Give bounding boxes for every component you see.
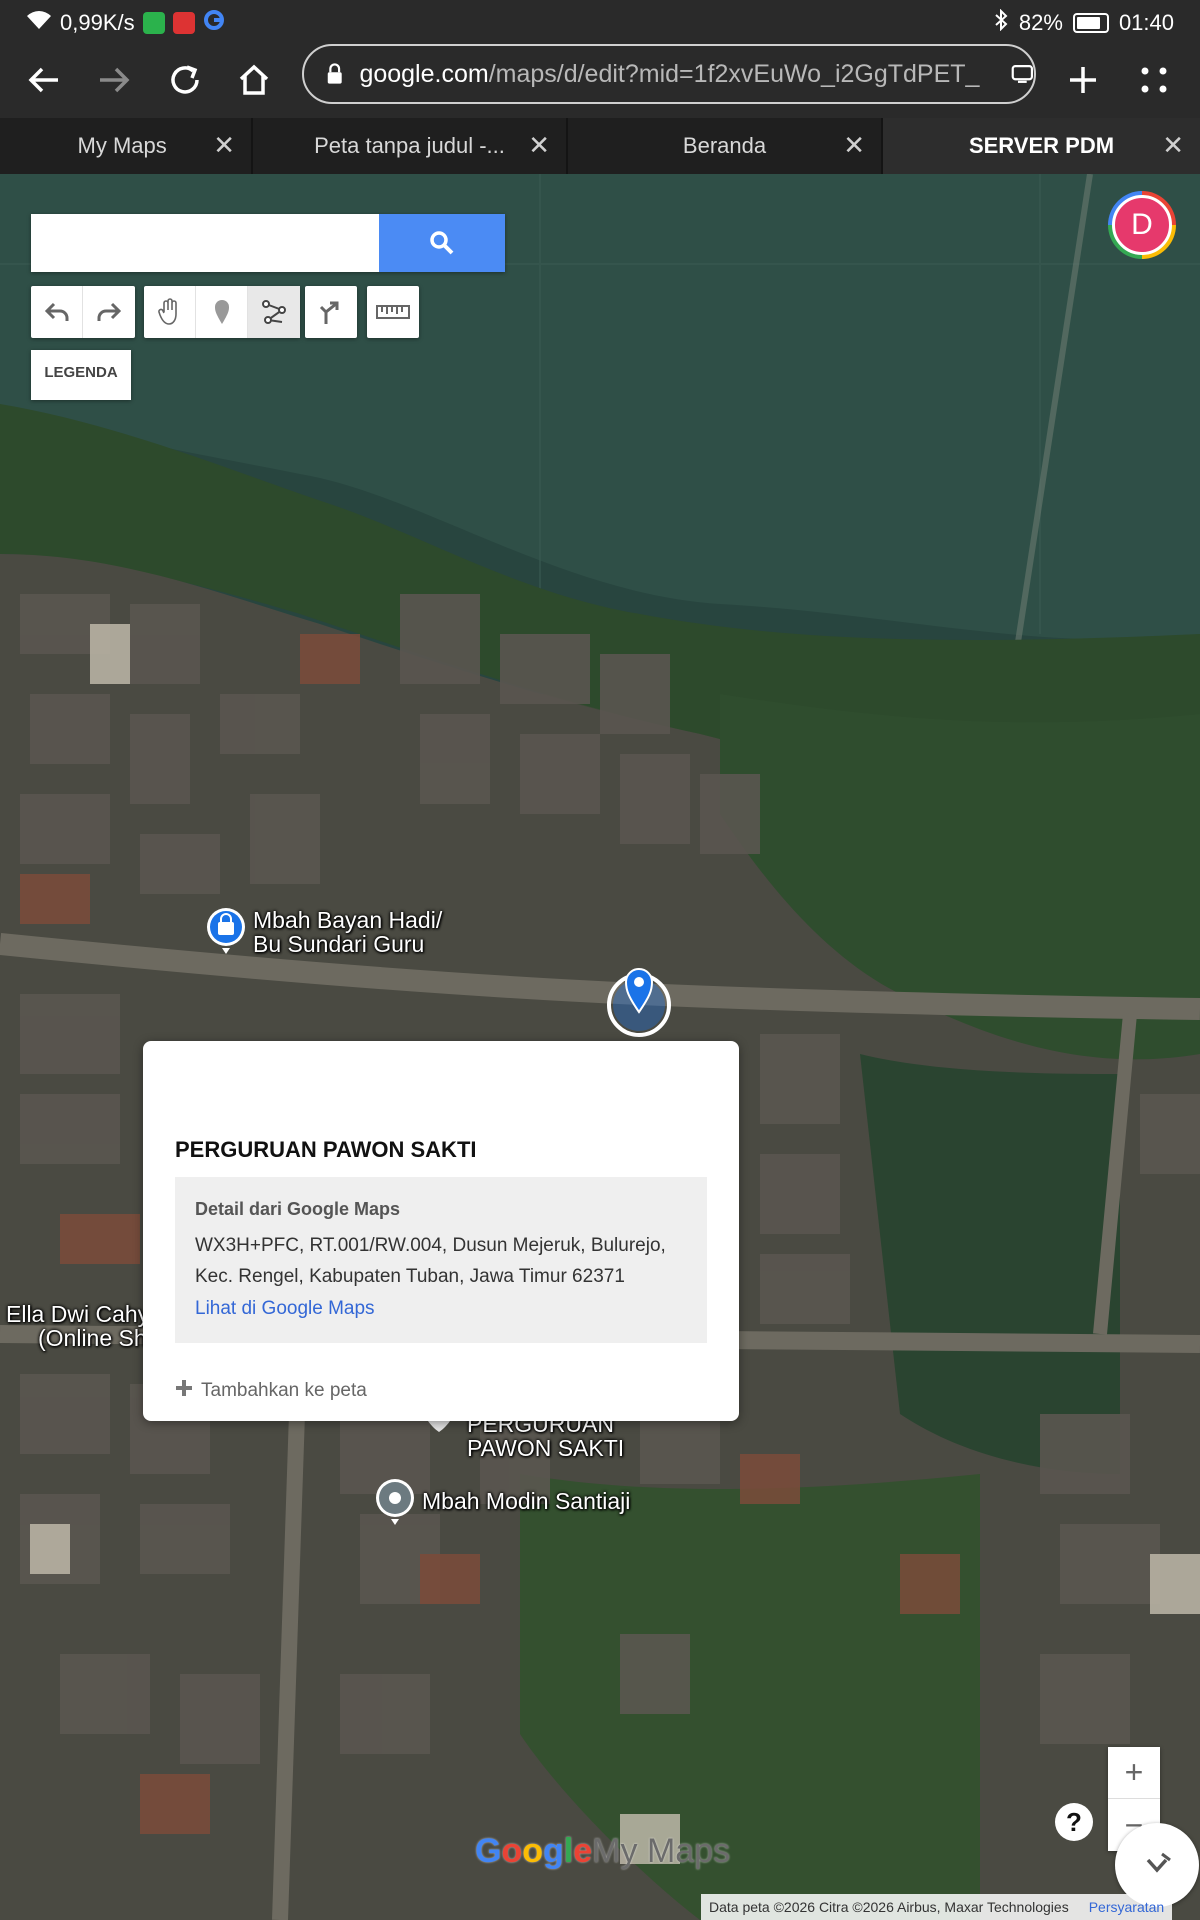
terms-link[interactable]: Persyaratan [1089,1899,1164,1915]
place-label-ella: Ella Dwi Cahy (Online Sh [6,1302,149,1350]
url-host: google.com [359,59,489,88]
tab-label: Peta tanpa judul -... [314,133,505,158]
redo-icon [97,302,122,321]
place-label-line: (Online Sh [38,1325,147,1351]
avatar-letter: D [1112,195,1172,255]
search-button[interactable] [379,214,505,272]
address-line: WX3H+PFC, RT.001/RW.004, Dusun Mejeruk, … [195,1235,666,1256]
search-input[interactable] [31,214,379,272]
place-pin-mbah-modin[interactable] [374,1477,416,1530]
close-icon[interactable]: ✕ [213,132,235,158]
tab-label: SERVER PDM [968,133,1115,158]
status-bar: 0,99K/s 82% 01:40 [0,0,1200,42]
reload-icon [171,65,199,94]
bluetooth-icon [993,8,1009,37]
place-label-line: PAWON SAKTI [467,1435,625,1461]
url-path: /maps/d/edit?mid=1f2xvEuWo_i2GgTdPET_ [488,59,980,88]
close-icon[interactable]: ✕ [528,132,550,158]
map-canvas[interactable]: LEGENDA D Mbah Bayan Hadi/ Bu Sundari Gu… [0,174,1200,1920]
network-speed: 0,99K/s [60,10,135,35]
tab-server-pdm[interactable]: SERVER PDM ✕ [883,118,1200,174]
detail-heading: Detail dari Google Maps [195,1199,401,1219]
directions-group [305,286,357,338]
browser-toolbar: google.com/maps/d/edit?mid=1f2xvEuWo_i2G… [0,42,1200,118]
place-pin-mbah-bayan[interactable] [205,906,247,959]
home-icon [239,64,269,95]
map-attribution: Data peta ©2026 Citra ©2026 Airbus, Maxa… [701,1894,1173,1920]
add-to-map-button[interactable]: Tambahkan ke peta [175,1379,367,1403]
zoom-in-button[interactable]: + [1108,1747,1160,1799]
draw-line-icon [262,300,286,324]
pin-icon [376,1479,414,1525]
place-info-popup: PERGURUAN PAWON SAKTI Detail dari Google… [143,1041,739,1421]
draw-line-button[interactable] [248,286,300,338]
place-label-line: Mbah Bayan Hadi/ [253,907,443,933]
place-label-line: Ella Dwi Cahy [6,1301,150,1327]
attribution-text: Data peta ©2026 Citra ©2026 Airbus, Maxa… [709,1899,1069,1915]
question-icon: ? [1066,1806,1082,1837]
tab-strip: My Maps ✕ Peta tanpa judul -... ✕ Berand… [0,118,1200,174]
shopping-bag-pin-icon [207,908,245,954]
place-label-line: Bu Sundari Guru [253,931,425,957]
legend-button[interactable]: LEGENDA [31,350,131,400]
directions-button[interactable] [305,286,357,338]
forward-button[interactable] [86,52,142,108]
undo-icon [44,302,68,321]
close-icon[interactable]: ✕ [843,132,865,158]
mode-group [144,286,300,338]
search-icon [430,231,454,255]
close-icon[interactable]: ✕ [1162,132,1184,158]
view-in-google-maps-link[interactable]: Lihat di Google Maps [195,1298,687,1320]
add-to-map-label: Tambahkan ke peta [201,1380,367,1401]
hand-icon [157,298,177,325]
tab-beranda[interactable]: Beranda ✕ [568,118,883,174]
new-tab-button[interactable] [1055,52,1111,108]
popup-title: PERGURUAN PAWON SAKTI [175,1137,477,1162]
forward-icon [100,67,130,93]
ruler-icon [376,305,410,319]
menu-button[interactable] [1126,52,1182,108]
address-line: Kec. Rengel, Kabupaten Tuban, Jawa Timur… [195,1266,625,1287]
home-button[interactable] [226,52,282,108]
avatar[interactable]: D [1108,191,1176,259]
redo-button[interactable] [83,286,135,338]
chevron-down-icon [1146,1852,1171,1873]
tab-switcher-icon[interactable] [1011,62,1034,86]
google-my-maps-logo: GoogleMy Maps [475,1832,731,1870]
selected-marker-icon [607,968,671,1037]
app-red-icon [172,12,195,34]
undo-redo-group [31,286,135,338]
tab-my-maps[interactable]: My Maps ✕ [0,118,253,174]
help-button[interactable]: ? [1055,1803,1093,1841]
back-icon [28,67,58,93]
battery-icon [1072,13,1109,33]
new-tab-icon [1070,67,1096,93]
lock-icon [327,63,342,84]
menu-icon [1141,67,1167,93]
tab-label: My Maps [77,133,167,158]
battery-percent: 82% [1018,10,1063,35]
google-maps-detail: Detail dari Google Maps WX3H+PFC, RT.001… [175,1177,707,1343]
app-g-green-icon [142,12,165,34]
selected-marker[interactable] [606,954,672,1043]
search-box [31,214,505,272]
pan-tool-button[interactable] [144,286,196,338]
wifi-icon [26,9,52,37]
google-icon [203,9,225,37]
place-label-mbah-bayan: Mbah Bayan Hadi/ Bu Sundari Guru [253,908,442,956]
undo-button[interactable] [31,286,83,338]
measure-group [367,286,419,338]
clock: 01:40 [1118,10,1174,35]
plus-icon [175,1379,193,1403]
back-button[interactable] [16,52,72,108]
address-bar[interactable]: google.com/maps/d/edit?mid=1f2xvEuWo_i2G… [302,44,1036,104]
add-marker-button[interactable] [196,286,248,338]
reload-button[interactable] [157,52,213,108]
directions-icon [319,301,339,324]
marker-icon [214,300,229,324]
place-label-mbah-modin: Mbah Modin Santiaji [422,1488,631,1514]
tab-peta-tanpa-judul[interactable]: Peta tanpa judul -... ✕ [253,118,568,174]
tab-label: Beranda [682,133,767,158]
measure-button[interactable] [367,286,419,338]
